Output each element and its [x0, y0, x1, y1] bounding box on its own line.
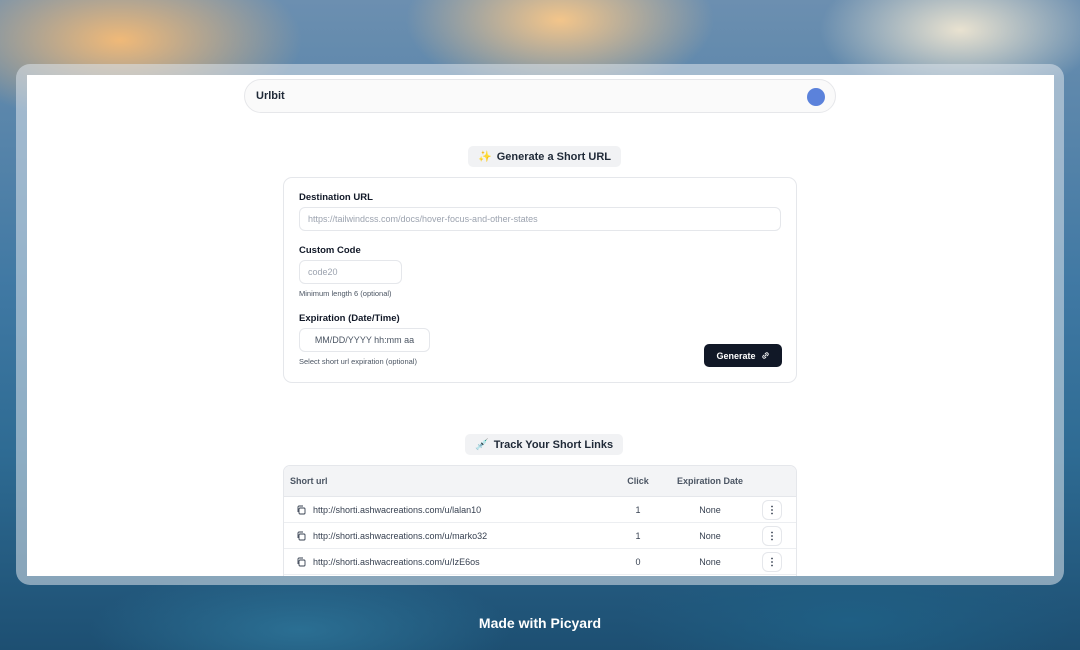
app-window: Urlbit ✨ Generate a Short URL Destinatio…: [27, 75, 1054, 576]
table-header: Short url Click Expiration Date: [284, 466, 796, 497]
custom-code-hint: Minimum length 6 (optional): [299, 289, 392, 298]
column-header-click: Click: [627, 476, 649, 486]
tracker-title-text: Track Your Short Links: [493, 438, 614, 451]
click-count: 1: [635, 530, 641, 541]
short-url-text[interactable]: http://shorti.ashwacreations.com/u/lalan…: [313, 505, 481, 515]
expiration-input[interactable]: MM/DD/YYYY hh:mm aa: [299, 328, 430, 352]
click-count: 1: [635, 504, 641, 515]
custom-code-input[interactable]: code20: [299, 260, 402, 284]
column-header-expiration: Expiration Date: [676, 476, 743, 486]
copy-icon[interactable]: [296, 531, 306, 541]
expiration-hint: Select short url expiration (optional): [299, 357, 417, 366]
tracker-title: 💉 Track Your Short Links: [465, 434, 624, 455]
click-count: 0: [635, 556, 641, 567]
destination-url-input[interactable]: https://tailwindcss.com/docs/hover-focus…: [299, 207, 781, 231]
row-menu-button[interactable]: [762, 525, 782, 546]
user-avatar[interactable]: [807, 88, 825, 106]
more-vertical-icon: [771, 531, 773, 540]
generator-title-text: Generate a Short URL: [496, 150, 612, 163]
row-menu-button[interactable]: [762, 551, 782, 572]
table-row: http://shorti.ashwacreations.com/u/marko…: [284, 523, 796, 549]
short-url-text[interactable]: http://shorti.ashwacreations.com/u/marko…: [313, 531, 487, 541]
row-menu-button[interactable]: [762, 499, 782, 520]
table-row: http://shorti.ashwacreations.com/u/IzE6o…: [284, 549, 796, 575]
watermark-text: Made with Picyard: [478, 615, 602, 631]
copy-icon[interactable]: [296, 505, 306, 515]
copy-icon[interactable]: [296, 557, 306, 567]
expiration-value: None: [699, 504, 721, 515]
syringe-icon: 💉: [475, 439, 489, 451]
expiration-label: Expiration (Date/Time): [299, 313, 400, 324]
table-row: http://shorti.ashwacreations.com/u/lalan…: [284, 497, 796, 523]
more-vertical-icon: [771, 505, 773, 514]
more-vertical-icon: [771, 557, 773, 566]
navbar: Urlbit: [244, 79, 836, 113]
generate-button[interactable]: Generate: [704, 344, 782, 367]
link-icon: [761, 352, 769, 359]
custom-code-label: Custom Code: [299, 245, 361, 256]
generate-button-label: Generate: [716, 350, 756, 361]
column-header-short-url: Short url: [290, 476, 328, 486]
expiration-value: None: [699, 556, 721, 567]
sparkles-icon: ✨: [478, 151, 492, 163]
generator-card: Destination URL https://tailwindcss.com/…: [283, 177, 797, 383]
links-table: Short url Click Expiration Date http://s…: [283, 465, 797, 576]
short-url-text[interactable]: http://shorti.ashwacreations.com/u/IzE6o…: [313, 557, 480, 567]
generator-title: ✨ Generate a Short URL: [468, 146, 622, 167]
brand-logo[interactable]: Urlbit: [256, 90, 285, 102]
expiration-value: None: [699, 530, 721, 541]
destination-url-label: Destination URL: [299, 192, 373, 203]
